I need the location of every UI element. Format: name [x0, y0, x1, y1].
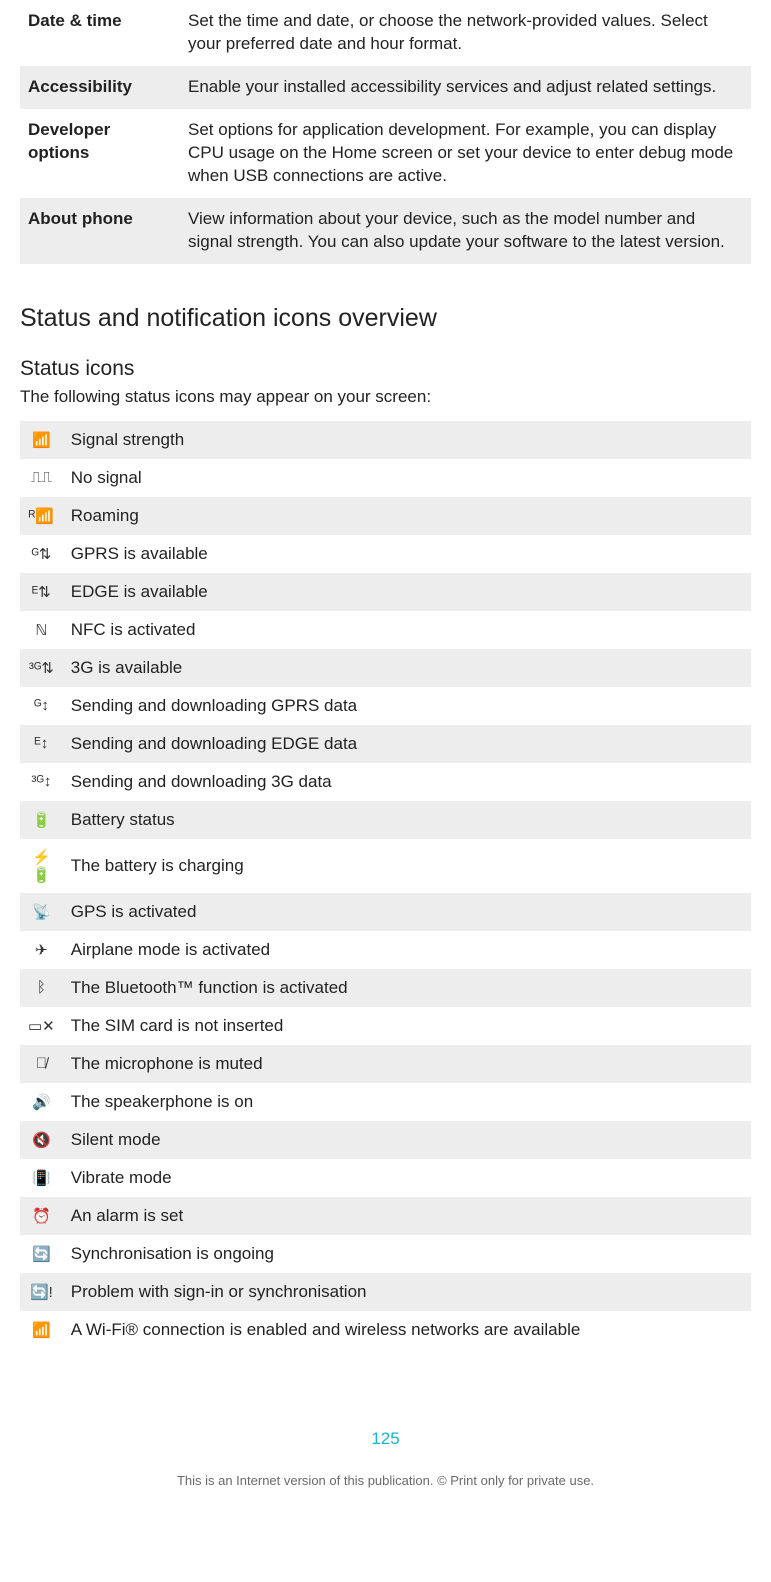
status-icon-row: 🔇Silent mode [20, 1121, 751, 1159]
wifi-icon: 📶 [20, 1311, 63, 1349]
status-icon-row: ⎍⎍No signal [20, 459, 751, 497]
status-icon-desc: Synchronisation is ongoing [63, 1235, 751, 1273]
status-icon-desc: The SIM card is not inserted [63, 1007, 751, 1045]
section-heading: Status and notification icons overview [20, 304, 751, 333]
status-icon-row: ᴱ⇅EDGE is available [20, 573, 751, 611]
status-icon-desc: Sending and downloading GPRS data [63, 687, 751, 725]
status-icon-row: ᴿ📶Roaming [20, 497, 751, 535]
edge-data-icon: ᴱ↕ [20, 725, 63, 763]
status-icon-row: ✈Airplane mode is activated [20, 931, 751, 969]
status-icon-desc: Sending and downloading EDGE data [63, 725, 751, 763]
status-icon-desc: GPRS is available [63, 535, 751, 573]
status-icon-desc: Sending and downloading 3G data [63, 763, 751, 801]
roaming-icon: ᴿ📶 [20, 497, 63, 535]
alarm-set-icon: ⏰ [20, 1197, 63, 1235]
battery-charging-icon: ⚡🔋 [20, 839, 63, 893]
status-icon-row: 🔄Synchronisation is ongoing [20, 1235, 751, 1273]
status-icon-row: ᴳ⇅GPRS is available [20, 535, 751, 573]
status-icon-desc: The Bluetooth™ function is activated [63, 969, 751, 1007]
status-icon-row: 📶A Wi-Fi® connection is enabled and wire… [20, 1311, 751, 1349]
mic-muted-icon: 🎙̸ [20, 1045, 63, 1083]
status-icon-desc: The microphone is muted [63, 1045, 751, 1083]
status-icon-row: ⏰An alarm is set [20, 1197, 751, 1235]
status-icon-desc: The battery is charging [63, 839, 751, 893]
status-icon-row: 📳Vibrate mode [20, 1159, 751, 1197]
status-icon-desc: Vibrate mode [63, 1159, 751, 1197]
status-icon-desc: GPS is activated [63, 893, 751, 931]
status-icon-desc: The speakerphone is on [63, 1083, 751, 1121]
battery-status-icon: 🔋 [20, 801, 63, 839]
status-icon-desc: NFC is activated [63, 611, 751, 649]
status-icon-desc: Airplane mode is activated [63, 931, 751, 969]
settings-row-label: About phone [20, 198, 180, 264]
settings-row-label: Accessibility [20, 66, 180, 109]
status-icon-desc: Problem with sign-in or synchronisation [63, 1273, 751, 1311]
lead-text: The following status icons may appear on… [20, 387, 751, 407]
settings-row: AccessibilityEnable your installed acces… [20, 66, 751, 109]
airplane-mode-icon: ✈ [20, 931, 63, 969]
vibrate-mode-icon: 📳 [20, 1159, 63, 1197]
status-icon-row: ᛒThe Bluetooth™ function is activated [20, 969, 751, 1007]
settings-table: Date & timeSet the time and date, or cho… [20, 0, 751, 264]
subsection-heading: Status icons [20, 357, 751, 381]
settings-row: About phoneView information about your d… [20, 198, 751, 264]
status-icon-desc: Roaming [63, 497, 751, 535]
gprs-data-icon: ᴳ↕ [20, 687, 63, 725]
status-icon-desc: An alarm is set [63, 1197, 751, 1235]
3g-data-icon: ³ᴳ↕ [20, 763, 63, 801]
settings-row-desc: Set the time and date, or choose the net… [180, 0, 751, 66]
edge-available-icon: ᴱ⇅ [20, 573, 63, 611]
settings-row-label: Date & time [20, 0, 180, 66]
status-icon-desc: Signal strength [63, 421, 751, 459]
status-icon-row: ⚡🔋The battery is charging [20, 839, 751, 893]
silent-mode-icon: 🔇 [20, 1121, 63, 1159]
settings-row-desc: Set options for application development.… [180, 109, 751, 198]
settings-row-desc: View information about your device, such… [180, 198, 751, 264]
status-icon-desc: No signal [63, 459, 751, 497]
status-icon-row: ³ᴳ↕Sending and downloading 3G data [20, 763, 751, 801]
status-icon-desc: EDGE is available [63, 573, 751, 611]
status-icon-row: 📡GPS is activated [20, 893, 751, 931]
settings-row-desc: Enable your installed accessibility serv… [180, 66, 751, 109]
gps-activated-icon: 📡 [20, 893, 63, 931]
status-icon-row: ᴱ↕Sending and downloading EDGE data [20, 725, 751, 763]
status-icon-row: 📶Signal strength [20, 421, 751, 459]
speakerphone-icon: 🔊 [20, 1083, 63, 1121]
gprs-available-icon: ᴳ⇅ [20, 535, 63, 573]
3g-available-icon: ³ᴳ⇅ [20, 649, 63, 687]
status-icon-desc: Battery status [63, 801, 751, 839]
sync-ongoing-icon: 🔄 [20, 1235, 63, 1273]
status-icon-row: ³ᴳ⇅3G is available [20, 649, 751, 687]
status-icon-row: ᴳ↕Sending and downloading GPRS data [20, 687, 751, 725]
status-icon-row: 🔄!Problem with sign-in or synchronisatio… [20, 1273, 751, 1311]
settings-row: Developer optionsSet options for applica… [20, 109, 751, 198]
sync-problem-icon: 🔄! [20, 1273, 63, 1311]
status-icon-desc: Silent mode [63, 1121, 751, 1159]
bluetooth-icon: ᛒ [20, 969, 63, 1007]
status-icon-row: 🔊The speakerphone is on [20, 1083, 751, 1121]
settings-row-label: Developer options [20, 109, 180, 198]
status-icons-table: 📶Signal strength⎍⎍No signalᴿ📶Roamingᴳ⇅GP… [20, 421, 751, 1349]
status-icon-row: ▭✕The SIM card is not inserted [20, 1007, 751, 1045]
status-icon-row: ℕNFC is activated [20, 611, 751, 649]
no-sim-icon: ▭✕ [20, 1007, 63, 1045]
no-signal-icon: ⎍⎍ [20, 459, 63, 497]
page-number: 125 [20, 1429, 751, 1449]
signal-strength-icon: 📶 [20, 421, 63, 459]
nfc-activated-icon: ℕ [20, 611, 63, 649]
copyright-text: This is an Internet version of this publ… [20, 1473, 751, 1488]
status-icon-desc: 3G is available [63, 649, 751, 687]
status-icon-row: 🔋Battery status [20, 801, 751, 839]
status-icon-row: 🎙̸The microphone is muted [20, 1045, 751, 1083]
status-icon-desc: A Wi-Fi® connection is enabled and wirel… [63, 1311, 751, 1349]
settings-row: Date & timeSet the time and date, or cho… [20, 0, 751, 66]
